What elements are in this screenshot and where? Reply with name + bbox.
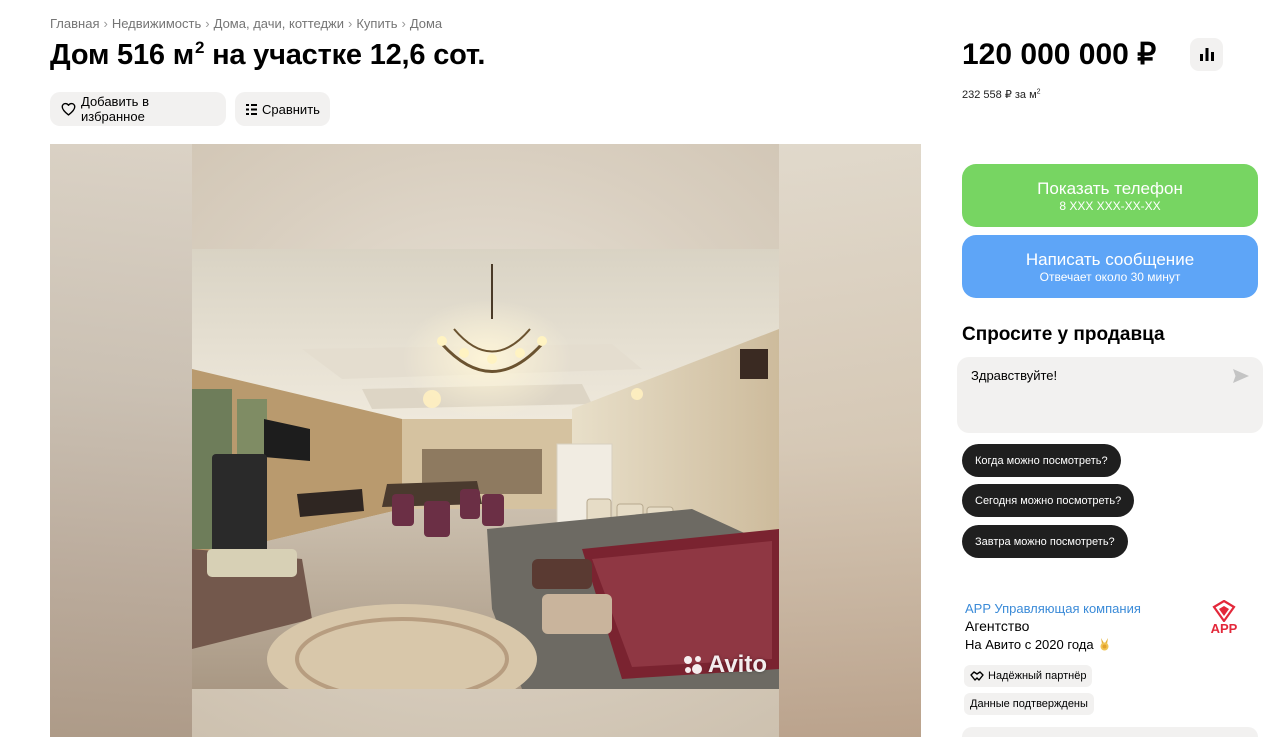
message-text[interactable]: Здравствуйте! — [971, 368, 1057, 383]
breadcrumb-separator: › — [205, 16, 210, 31]
seller-logo-text: APP — [1210, 621, 1238, 636]
quick-question-when[interactable]: Когда можно посмотреть? — [962, 444, 1121, 477]
gallery-blur-left — [50, 144, 192, 737]
price-per-m2-sup: 2 — [1036, 88, 1041, 96]
breadcrumb-separator: › — [103, 16, 108, 31]
quick-question-today[interactable]: Сегодня можно посмотреть? — [962, 484, 1135, 517]
write-message-button[interactable]: Написать сообщение Отвечает около 30 мин… — [962, 235, 1258, 298]
price-history-button[interactable] — [1190, 38, 1223, 71]
breadcrumb-home[interactable]: Главная — [50, 16, 99, 31]
data-verified-label: Данные подтверждены — [970, 698, 1088, 710]
handshake-icon — [970, 671, 984, 681]
breadcrumb-houses[interactable]: Дома — [410, 16, 442, 31]
ask-seller-title: Спросите у продавца — [962, 324, 1165, 345]
avito-logo-icon — [683, 656, 702, 674]
listing-price: 120 000 000 ₽ — [962, 38, 1157, 71]
quick-question-tomorrow[interactable]: Завтра можно посмотреть? — [962, 525, 1128, 558]
photo-gallery[interactable]: Avito — [50, 144, 921, 737]
price-per-m2-value: 232 558 ₽ за м — [962, 89, 1037, 101]
breadcrumb-buy[interactable]: Купить — [356, 16, 397, 31]
data-verified-badge: Данные подтверждены — [964, 693, 1094, 715]
avito-watermark: Avito — [682, 651, 767, 679]
compare-label: Сравнить — [262, 101, 320, 117]
compare-icon — [246, 103, 257, 115]
heart-icon — [61, 102, 76, 116]
seller-message-input[interactable]: Здравствуйте! — [957, 357, 1263, 433]
show-phone-button[interactable]: Показать телефон 8 XXX XXX-XX-XX — [962, 164, 1258, 227]
seller-logo[interactable]: APP — [1203, 600, 1245, 640]
seller-name-link[interactable]: APP Управляющая компания — [965, 601, 1141, 616]
breadcrumb-real-estate[interactable]: Недвижимость — [112, 16, 201, 31]
seller-since-text: На Авито с 2020 года — [965, 637, 1094, 652]
watermark-text: Avito — [707, 651, 767, 678]
reliable-partner-label: Надёжный партнёр — [988, 670, 1087, 682]
reliable-partner-badge: Надёжный партнёр — [964, 665, 1093, 687]
add-to-favorites-button[interactable]: Добавить в избранное — [50, 92, 226, 126]
seller-since: На Авито с 2020 года — [965, 637, 1111, 652]
main-photo[interactable]: Avito — [192, 249, 779, 689]
seller-type: Агентство — [965, 618, 1030, 634]
breadcrumb-separator: › — [401, 16, 406, 31]
title-suffix: на участке 12,6 сот. — [204, 39, 486, 71]
response-time: Отвечает около 30 минут — [1039, 269, 1181, 284]
breadcrumb-separator: › — [348, 16, 353, 31]
title-main: Дом 516 м — [50, 39, 194, 71]
breadcrumb: Главная › Недвижимость › Дома, дачи, коттедж… — [50, 16, 442, 31]
compare-button[interactable]: Сравнить — [235, 92, 330, 126]
breadcrumb-houses-dachas[interactable]: Дома, дачи, коттеджи — [214, 16, 344, 31]
write-message-label: Написать сообщение — [1025, 249, 1195, 269]
send-icon[interactable] — [1233, 369, 1249, 383]
gallery-blur-right — [779, 144, 921, 737]
title-superscript: 2 — [194, 38, 205, 57]
living-room-photo — [192, 249, 779, 689]
app-logo-icon — [1212, 600, 1236, 622]
price-per-m2: 232 558 ₽ за м2 — [962, 88, 1041, 101]
medal-icon — [1100, 638, 1109, 651]
masked-phone: 8 XXX XXX-XX-XX — [1059, 198, 1161, 213]
favorites-label: Добавить в избранное — [81, 94, 149, 124]
show-phone-label: Показать телефон — [1037, 178, 1183, 198]
page-title: Дом 516 м2 на участке 12,6 сот. — [50, 38, 485, 72]
next-card-edge — [962, 727, 1258, 737]
bar-chart-icon — [1199, 48, 1214, 61]
